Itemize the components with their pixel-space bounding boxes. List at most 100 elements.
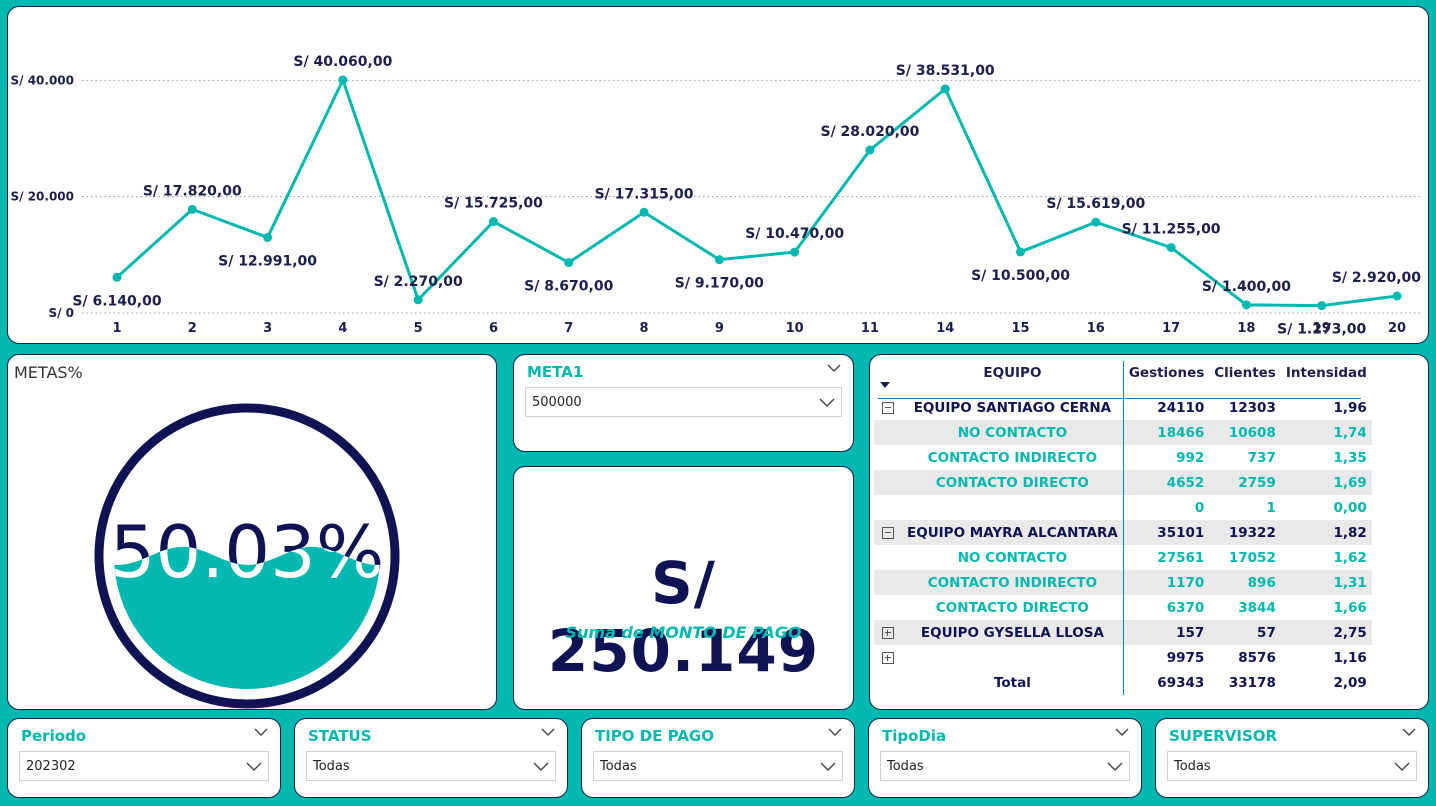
data-label: S/ 9.170,00 [675, 276, 764, 292]
data-point[interactable] [865, 145, 875, 155]
data-point[interactable] [338, 75, 348, 85]
data-point[interactable] [564, 258, 574, 268]
x-tick-label: 9 [715, 321, 724, 336]
data-label: S/ 1.273,00 [1277, 322, 1366, 338]
slicer-status[interactable]: STATUS Todas [294, 718, 568, 798]
x-tick-label: 2 [188, 321, 197, 336]
x-tick-label: 20 [1388, 321, 1406, 336]
header-gestiones[interactable]: Gestiones [1122, 361, 1210, 395]
x-tick-label: 4 [338, 321, 347, 336]
intensidad-cell: 1,66 [1333, 599, 1367, 616]
chevron-down-icon[interactable] [819, 395, 835, 409]
gestiones-cell: 18466 [1122, 420, 1210, 445]
slicer-title: SUPERVISOR [1169, 727, 1278, 745]
slicer-supervisor[interactable]: SUPERVISOR Todas [1155, 718, 1429, 798]
slicer-dropdown[interactable]: Todas [593, 751, 843, 781]
table-row[interactable]: EQUIPO MAYRA ALCANTARA 35101 19322 1,82 [874, 520, 1372, 545]
gestiones-cell: 0 [1122, 495, 1210, 520]
x-tick-label: 18 [1237, 321, 1255, 336]
metas-gauge-card: METAS% 50.03% 50.03% [7, 354, 497, 710]
chevron-down-icon[interactable] [827, 361, 841, 375]
header-intensidad[interactable]: Intensidad [1281, 361, 1372, 395]
header-equipo[interactable]: EQUIPO [902, 361, 1123, 395]
x-tick-label: 6 [489, 321, 498, 336]
chevron-down-icon[interactable] [1402, 725, 1416, 739]
slicer-periodo[interactable]: Periodo 202302 [7, 718, 281, 798]
data-point[interactable] [1317, 301, 1327, 311]
data-point[interactable] [1091, 217, 1101, 227]
clientes-cell: 2759 [1209, 470, 1281, 495]
chevron-down-icon[interactable] [246, 759, 262, 773]
data-label: S/ 2.270,00 [374, 274, 463, 290]
chevron-down-icon[interactable] [828, 725, 842, 739]
data-point[interactable] [187, 204, 197, 214]
table-row[interactable]: 9975 8576 1,16 [874, 645, 1372, 670]
data-point[interactable] [790, 247, 800, 257]
slicer-tipo-de-pago[interactable]: TIPO DE PAGO Todas [581, 718, 855, 798]
header-clientes[interactable]: Clientes [1209, 361, 1281, 395]
slicer-title: META1 [527, 363, 584, 381]
gestiones-cell: 1170 [1122, 570, 1210, 595]
expand-icon[interactable] [882, 651, 894, 664]
slicer-title: STATUS [308, 727, 372, 745]
clientes-cell: 8576 [1238, 649, 1276, 666]
row-label: CONTACTO INDIRECTO [902, 570, 1124, 595]
slicer-dropdown[interactable]: Todas [306, 751, 556, 781]
row-label: CONTACTO DIRECTO [935, 599, 1089, 616]
table-row[interactable]: NO CONTACTO 18466 10608 1,74 [874, 420, 1372, 445]
data-point[interactable] [1016, 247, 1026, 257]
data-point[interactable] [1166, 243, 1176, 253]
slicer-value: Todas [600, 759, 637, 774]
meta1-slicer[interactable]: META1 500000 [513, 354, 854, 452]
data-point[interactable] [413, 295, 423, 305]
slicer-dropdown[interactable]: Todas [880, 751, 1130, 781]
gestiones-cell: 4652 [1122, 470, 1210, 495]
table-row[interactable]: NO CONTACTO 27561 17052 1,62 [874, 545, 1372, 570]
data-label: S/ 17.315,00 [595, 186, 694, 202]
data-point[interactable] [1392, 291, 1402, 301]
table-row[interactable]: CONTACTO INDIRECTO 1170 896 1,31 [874, 570, 1372, 595]
table-row[interactable]: 0 1 0,00 [874, 495, 1372, 520]
row-label: CONTACTO DIRECTO [902, 470, 1124, 495]
chevron-down-icon[interactable] [1115, 725, 1129, 739]
slicer-title: TipoDia [882, 727, 947, 745]
table-row[interactable]: EQUIPO GYSELLA LLOSA 157 57 2,75 [874, 620, 1372, 645]
table-row[interactable]: CONTACTO DIRECTO 6370 3844 1,66 [874, 595, 1372, 620]
data-point[interactable] [940, 84, 950, 94]
slicer-tipodia[interactable]: TipoDia Todas [868, 718, 1142, 798]
data-label: S/ 28.020,00 [820, 124, 919, 140]
data-point[interactable] [714, 255, 724, 265]
kpi-card: S/ 250.149 Suma de MONTO DE PAGO [513, 466, 854, 710]
chevron-down-icon[interactable] [820, 759, 836, 773]
table-row[interactable]: CONTACTO DIRECTO 4652 2759 1,69 [874, 470, 1372, 495]
x-tick-label: 3 [263, 321, 272, 336]
chevron-down-icon[interactable] [1394, 759, 1410, 773]
data-label: S/ 17.820,00 [143, 183, 242, 199]
chevron-down-icon[interactable] [1107, 759, 1123, 773]
collapse-icon[interactable] [882, 401, 894, 414]
data-label: S/ 40.060,00 [293, 54, 392, 70]
total-clientes: 33178 [1228, 674, 1276, 691]
collapse-icon[interactable] [882, 526, 894, 539]
slicer-dropdown[interactable]: 202302 [19, 751, 269, 781]
chevron-down-icon[interactable] [254, 725, 268, 739]
row-label [902, 495, 1123, 520]
matrix-table: EQUIPO Gestiones Clientes Intensidad EQU… [874, 361, 1372, 695]
data-point[interactable] [639, 207, 649, 217]
data-point[interactable] [1241, 300, 1251, 310]
series-line [115, 78, 1398, 308]
gestiones-cell: 157 [1122, 620, 1210, 645]
expand-icon[interactable] [882, 626, 894, 639]
data-point[interactable] [488, 217, 498, 227]
chevron-down-icon[interactable] [533, 759, 549, 773]
data-label: S/ 11.255,00 [1122, 222, 1221, 238]
meta1-dropdown[interactable]: 500000 [525, 387, 842, 417]
data-point[interactable] [263, 232, 273, 242]
clientes-cell: 737 [1247, 449, 1276, 466]
data-point[interactable] [112, 272, 122, 282]
row-label: EQUIPO GYSELLA LLOSA [902, 620, 1124, 645]
slicer-dropdown[interactable]: Todas [1167, 751, 1417, 781]
table-row[interactable]: CONTACTO INDIRECTO 992 737 1,35 [874, 445, 1372, 470]
chevron-down-icon[interactable] [541, 725, 555, 739]
intensidad-cell: 1,35 [1333, 449, 1367, 466]
